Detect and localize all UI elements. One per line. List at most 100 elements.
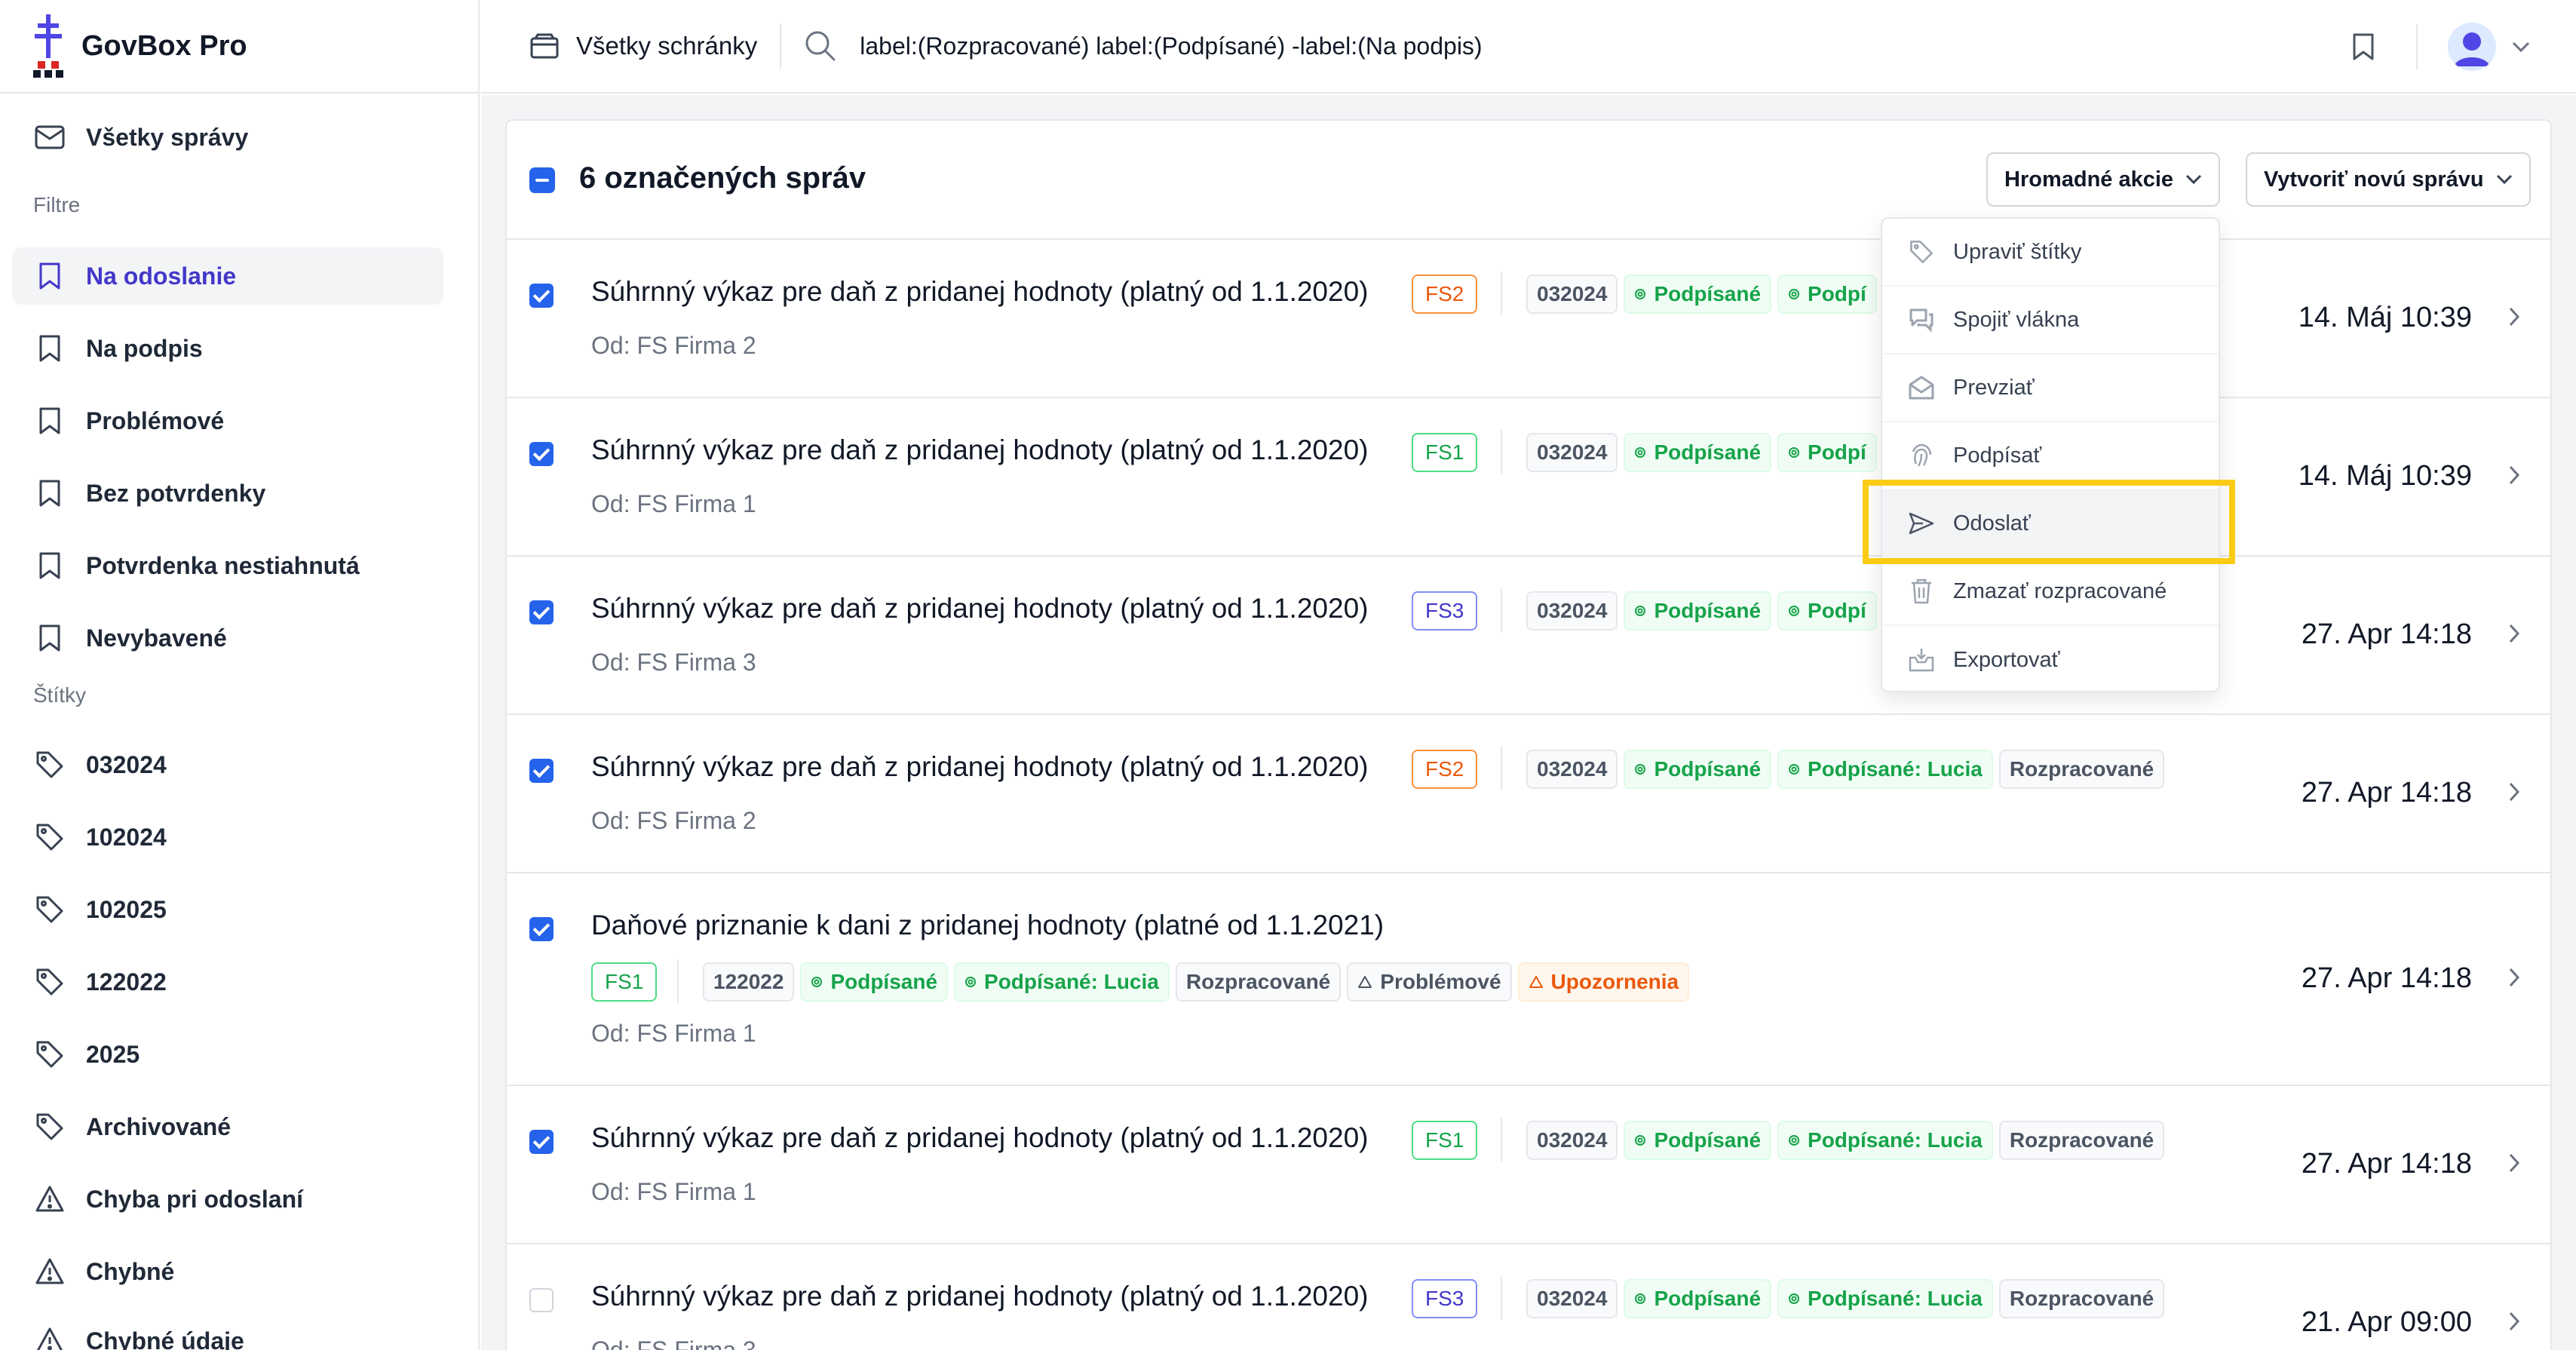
divider — [1501, 272, 1502, 315]
message-row[interactable]: Súhrnný výkaz pre daň z pridanej hodnoty… — [507, 557, 2550, 715]
bookmark-icon — [33, 621, 66, 655]
message-from: Od: FS Firma 1 — [591, 1020, 756, 1047]
message-from: Od: FS Firma 1 — [591, 1178, 756, 1205]
tag-problem: Problémové — [1347, 962, 1512, 1002]
tag-list: 032024 Podpísané Podpí — [1526, 591, 1883, 631]
sidebar-label-2025[interactable]: 2025 — [12, 1026, 443, 1083]
chevron-right-icon[interactable] — [2508, 306, 2520, 327]
menu-item-edit-labels[interactable]: Upraviť štítky — [1882, 219, 2219, 287]
menu-item-take-over[interactable]: Prevziať — [1882, 354, 2219, 422]
tag-icon — [1906, 237, 1937, 267]
menu-item-label: Zmazať rozpracované — [1953, 578, 2167, 603]
labels-section-label: Štítky — [33, 683, 87, 707]
sidebar-label-032024[interactable]: 032024 — [12, 736, 443, 793]
row-checkbox[interactable] — [529, 1130, 554, 1154]
chevron-right-icon[interactable] — [2508, 781, 2520, 802]
search-input[interactable]: label:(Rozpracované) label:(Podpísané) -… — [804, 29, 1483, 63]
chevron-right-icon[interactable] — [2508, 1311, 2520, 1332]
nav-label: Chybné údaje — [86, 1327, 244, 1350]
message-subject: Súhrnný výkaz pre daň z pridanej hodnoty… — [591, 276, 1369, 307]
download-icon — [1906, 645, 1937, 675]
sidebar: GovBox Pro Všetky správy Filtre Na odosl… — [0, 0, 480, 1350]
tag-signed: Podpísané — [1624, 1121, 1772, 1160]
tag: 122022 — [703, 962, 795, 1002]
bookmark-icon — [2353, 33, 2374, 60]
sidebar-item-nevybavene[interactable]: Nevybavené — [12, 609, 443, 667]
sidebar-item-problemove[interactable]: Problémové — [12, 392, 443, 449]
menu-item-merge-threads[interactable]: Spojiť vlákna — [1882, 287, 2219, 354]
select-all-checkbox[interactable] — [529, 167, 555, 193]
message-list-card: 6 označených správ Hromadné akcie Vytvor… — [505, 119, 2552, 1350]
chevron-down-icon[interactable] — [2511, 41, 2531, 53]
selected-count: 6 označených správ — [579, 161, 866, 195]
sidebar-label-chybne[interactable]: Chybné — [12, 1243, 443, 1300]
nav-label: 122022 — [86, 968, 167, 996]
sidebar-label-chybne-udaje[interactable]: Chybné údaje — [12, 1312, 443, 1350]
sidebar-item-na-odoslanie[interactable]: Na odoslanie — [12, 247, 443, 305]
tag-icon — [33, 748, 66, 781]
bookmark-icon — [33, 549, 66, 582]
row-checkbox[interactable] — [529, 284, 554, 308]
menu-item-export[interactable]: Exportovať — [1882, 626, 2219, 691]
sidebar-item-na-podpis[interactable]: Na podpis — [12, 320, 443, 377]
bulk-actions-button[interactable]: Hromadné akcie — [1986, 152, 2221, 207]
sidebar-label-102024[interactable]: 102024 — [12, 808, 443, 866]
message-row[interactable]: Súhrnný výkaz pre daň z pridanej hodnoty… — [507, 1086, 2550, 1244]
divider — [677, 959, 679, 1003]
row-checkbox[interactable] — [529, 1288, 554, 1312]
message-date: 21. Apr 09:00 — [2301, 1306, 2472, 1338]
message-subject: Daňové priznanie k dani z pridanej hodno… — [591, 910, 1385, 940]
tag-text: Podpísané — [1654, 1128, 1762, 1152]
sidebar-label-102025[interactable]: 102025 — [12, 881, 443, 938]
chevron-right-icon[interactable] — [2508, 967, 2520, 988]
nav-label: Chybné — [86, 1257, 175, 1285]
envelope-open-icon — [1906, 373, 1937, 403]
menu-item-delete-drafts[interactable]: Zmazať rozpracované — [1882, 558, 2219, 626]
tag-icon — [33, 893, 66, 926]
tag-text: Podpí — [1808, 282, 1866, 305]
message-row[interactable]: Súhrnný výkaz pre daň z pridanej hodnoty… — [507, 398, 2550, 557]
trash-icon — [1906, 576, 1937, 606]
chevron-right-icon[interactable] — [2508, 623, 2520, 644]
message-from: Od: FS Firma 3 — [591, 649, 756, 676]
tag: 032024 — [1526, 275, 1618, 314]
sidebar-label-122022[interactable]: 122022 — [12, 953, 443, 1011]
message-row[interactable]: Daňové priznanie k dani z pridanej hodno… — [507, 873, 2550, 1086]
nav-label: Na podpis — [86, 334, 203, 362]
bookmark-icon — [33, 259, 66, 293]
message-row[interactable]: Súhrnný výkaz pre daň z pridanej hodnoty… — [507, 1244, 2550, 1350]
inbox-label: Všetky schránky — [576, 32, 758, 60]
user-avatar[interactable] — [2448, 23, 2496, 71]
row-checkbox[interactable] — [529, 442, 554, 466]
row-checkbox[interactable] — [529, 600, 554, 624]
list-header: 6 označených správ Hromadné akcie Vytvor… — [507, 121, 2550, 240]
chevron-right-icon[interactable] — [2508, 465, 2520, 486]
message-from: Od: FS Firma 2 — [591, 807, 756, 834]
sidebar-label-archivovane[interactable]: Archivované — [12, 1098, 443, 1155]
tag-list: 032024 Podpísané Podpísané: Lucia Rozpra… — [1526, 750, 2170, 789]
row-checkbox[interactable] — [529, 759, 554, 783]
nav-all-messages[interactable]: Všetky správy — [12, 109, 443, 166]
sidebar-item-potvrdenka-nestiahnuta[interactable]: Potvrdenka nestiahnutá — [12, 537, 443, 594]
message-row[interactable]: Súhrnný výkaz pre daň z pridanej hodnoty… — [507, 715, 2550, 873]
message-date: 14. Máj 10:39 — [2298, 302, 2472, 333]
tag-icon — [33, 1038, 66, 1071]
message-from: Od: FS Firma 1 — [591, 490, 756, 517]
message-row[interactable]: Súhrnný výkaz pre daň z pridanej hodnoty… — [507, 240, 2550, 398]
row-checkbox[interactable] — [529, 917, 554, 941]
chevron-right-icon[interactable] — [2508, 1152, 2520, 1174]
tag-list: 032024 Podpísané Podpí — [1526, 275, 1883, 314]
save-search-button[interactable] — [2341, 24, 2386, 69]
signature-icon — [1788, 605, 1800, 617]
inbox-selector[interactable]: Všetky schránky — [529, 23, 782, 69]
sidebar-label-chyba-pri-odoslani[interactable]: Chyba pri odoslaní — [12, 1171, 443, 1228]
fingerprint-icon — [1906, 440, 1937, 471]
search-icon — [804, 29, 837, 63]
nav-label: 032024 — [86, 750, 167, 778]
app-logo[interactable]: GovBox Pro — [0, 0, 478, 94]
sidebar-item-bez-potvrdenky[interactable]: Bez potvrdenky — [12, 465, 443, 522]
new-message-button[interactable]: Vytvoriť novú správu — [2246, 152, 2531, 207]
box-tag: FS1 — [591, 962, 658, 1002]
tag-text: Problémové — [1380, 970, 1501, 993]
signature-icon — [1788, 1134, 1800, 1146]
